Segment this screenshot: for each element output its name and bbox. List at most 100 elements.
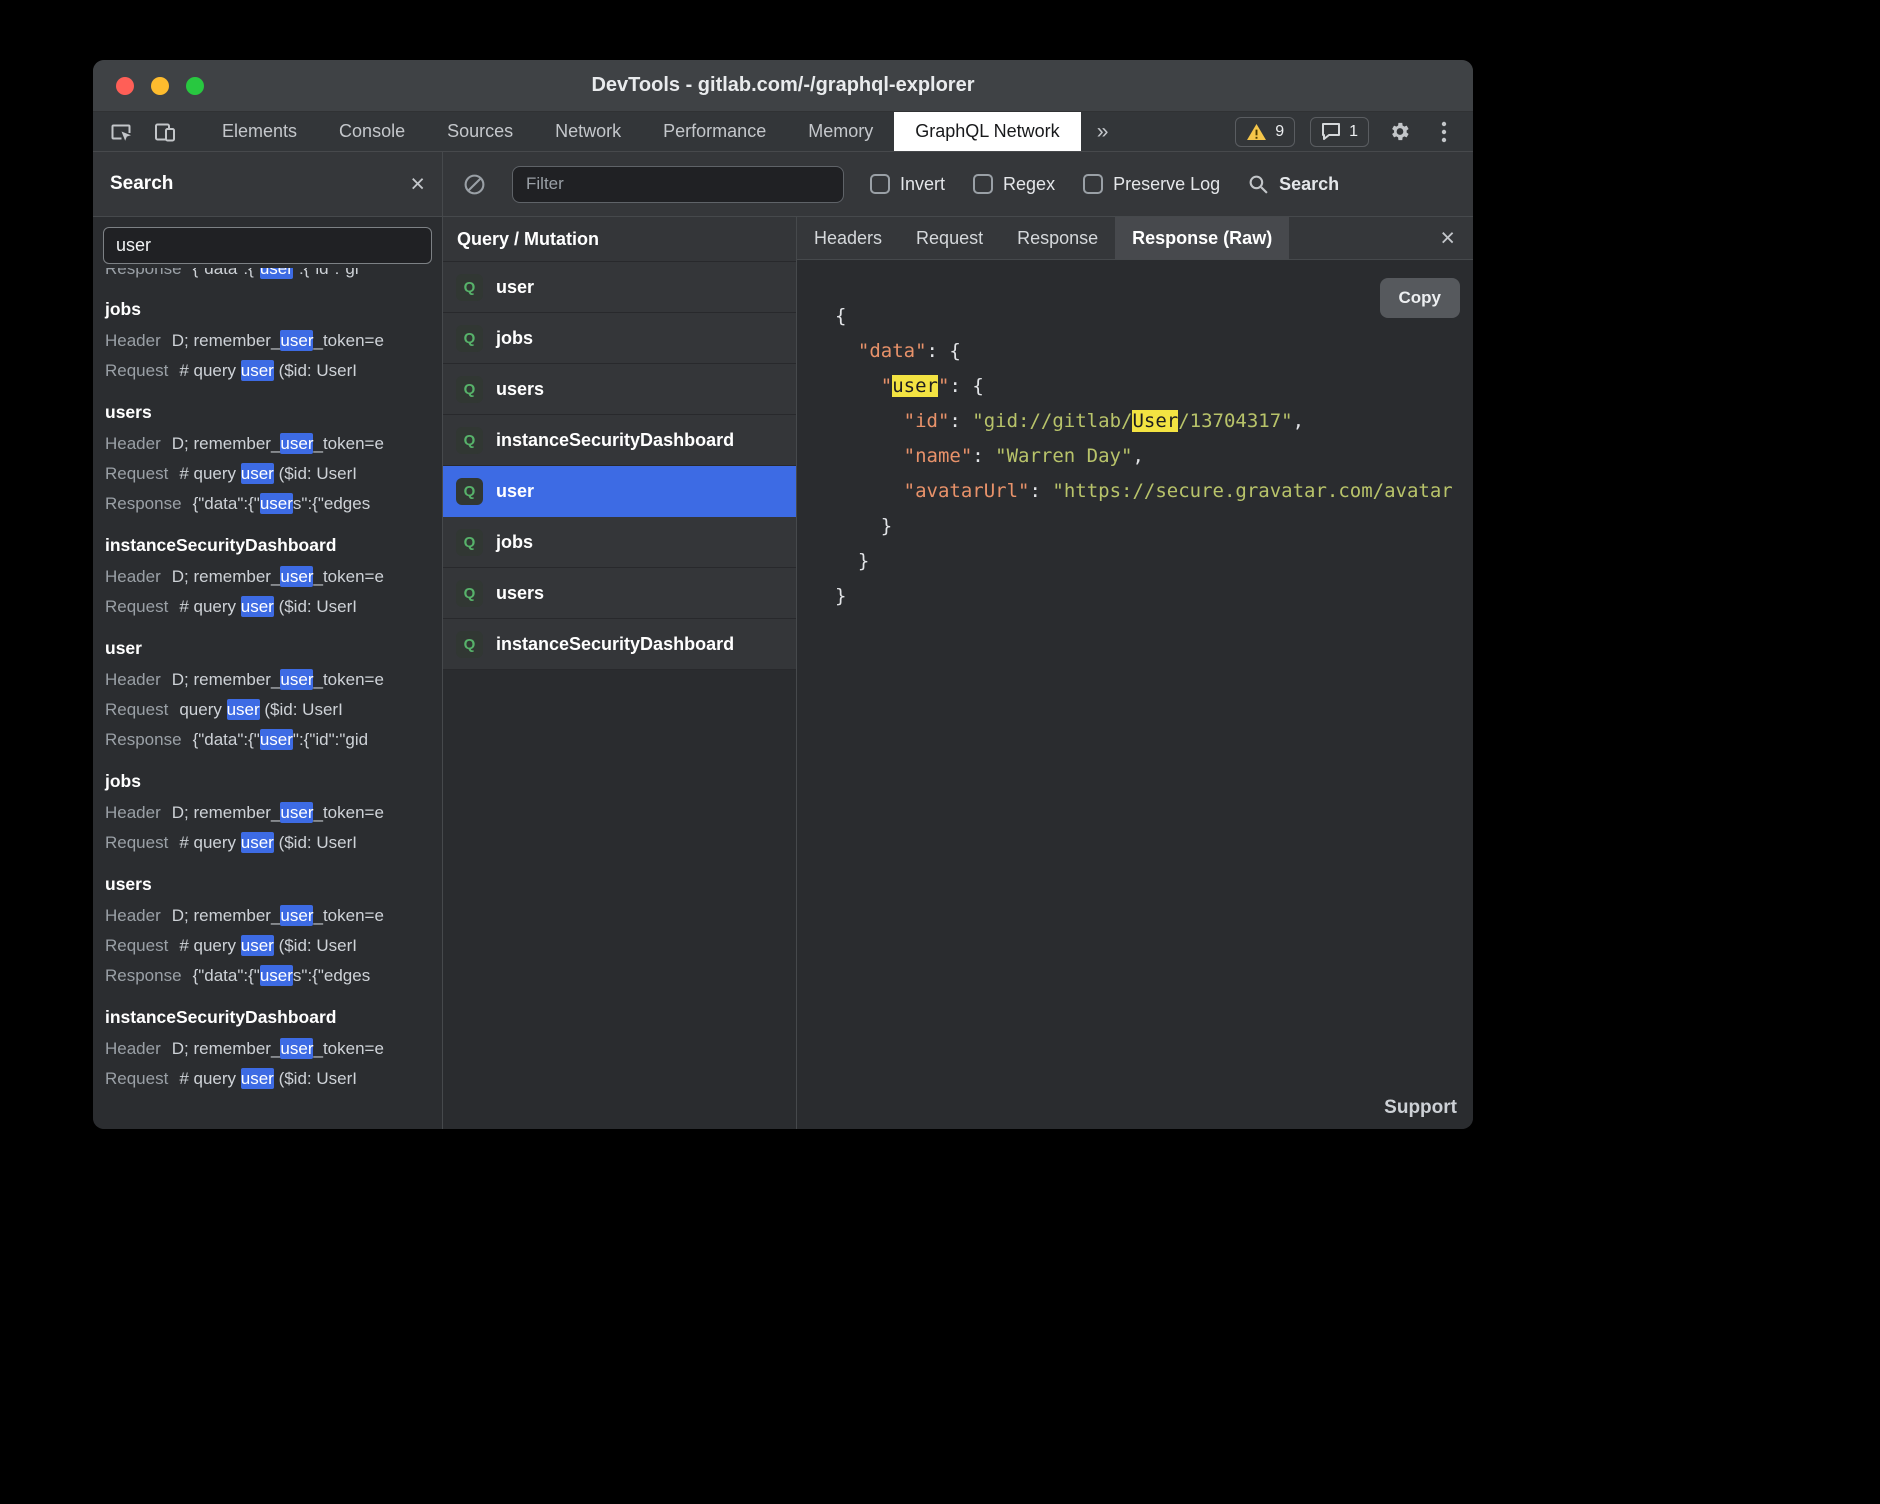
search-result-operation-name[interactable]: jobs [105, 297, 432, 321]
search-result-operation-name[interactable]: instanceSecurityDashboard [105, 1005, 432, 1029]
titlebar: DevTools - gitlab.com/-/graphql-explorer [93, 60, 1473, 112]
checkbox-preserve-log[interactable] [1083, 174, 1103, 194]
search-result-text: # query [179, 1069, 240, 1088]
search-result-row[interactable]: Request# query user ($id: UserI [105, 931, 432, 961]
search-result-row[interactable]: Request# query user ($id: UserI [105, 356, 432, 386]
checkbox-invert[interactable] [870, 174, 890, 194]
filter-option-invert[interactable]: Invert [870, 174, 945, 195]
clear-requests-icon[interactable] [463, 173, 486, 196]
filter-option-preserve-log[interactable]: Preserve Log [1083, 174, 1220, 195]
search-match-highlight: user [280, 1038, 313, 1059]
search-match-highlight: user [260, 268, 293, 279]
detail-tab-headers[interactable]: Headers [797, 217, 899, 259]
settings-gear-icon[interactable] [1384, 120, 1414, 143]
search-result-operation-name[interactable]: user [105, 636, 432, 660]
search-result-text: # query [179, 464, 240, 483]
search-result-row[interactable]: HeaderD; remember_user_token=e [105, 326, 432, 356]
detail-tab-response[interactable]: Response [1000, 217, 1115, 259]
devtools-tab-graphql-network[interactable]: GraphQL Network [894, 112, 1080, 151]
query-list-item[interactable]: QinstanceSecurityDashboard [443, 415, 796, 466]
search-input[interactable] [103, 227, 432, 264]
device-toolbar-icon[interactable] [143, 112, 187, 151]
devtools-tab-memory[interactable]: Memory [787, 112, 894, 151]
search-result-row[interactable]: HeaderD; remember_user_token=e [105, 1034, 432, 1064]
minimize-window-button[interactable] [151, 77, 169, 95]
json-token: , [1293, 410, 1304, 432]
query-list-item[interactable]: Qusers [443, 364, 796, 415]
devtools-tab-performance[interactable]: Performance [642, 112, 787, 151]
search-result-row[interactable]: HeaderD; remember_user_token=e [105, 562, 432, 592]
more-tabs-chevron-icon[interactable]: » [1081, 112, 1125, 151]
filter-option-regex[interactable]: Regex [973, 174, 1055, 195]
query-list-item[interactable]: Qjobs [443, 313, 796, 364]
query-type-badge: Q [456, 478, 483, 505]
filter-input[interactable] [512, 166, 844, 203]
json-line: { [835, 299, 1473, 334]
search-result-row[interactable]: Request# query user ($id: UserI [105, 592, 432, 622]
search-result-kind-label: Header [105, 906, 161, 925]
search-result-row-clipped[interactable]: Response{"data":{"user":{"id":"gi [105, 268, 432, 283]
devtools-tab-network[interactable]: Network [534, 112, 642, 151]
query-list-item[interactable]: Qusers [443, 568, 796, 619]
search-result-row[interactable]: Response{"data":{"users":{"edges [105, 961, 432, 991]
search-result-operation-name[interactable]: users [105, 400, 432, 424]
support-link[interactable]: Support [1384, 1097, 1457, 1119]
search-result-text: {"data":{" [193, 268, 260, 278]
close-search-panel-icon[interactable]: × [410, 172, 425, 197]
search-result-row[interactable]: Response{"data":{"users":{"edges [105, 489, 432, 519]
close-window-button[interactable] [116, 77, 134, 95]
search-result-text: _token=e [313, 803, 383, 822]
search-result-row[interactable]: HeaderD; remember_user_token=e [105, 901, 432, 931]
search-result-operation-name[interactable]: jobs [105, 769, 432, 793]
query-list-item[interactable]: Quser [443, 262, 796, 313]
checkbox-regex[interactable] [973, 174, 993, 194]
json-line: } [835, 509, 1473, 544]
search-result-kind-label: Response [105, 966, 182, 985]
search-result-row[interactable]: Response{"data":{"user":{"id":"gid [105, 725, 432, 755]
search-result-text: _token=e [313, 1039, 383, 1058]
query-list-header: Query / Mutation [443, 217, 796, 262]
search-result-row[interactable]: HeaderD; remember_user_token=e [105, 429, 432, 459]
json-token: "gid://gitlab/ [972, 410, 1132, 432]
search-result-operation-name[interactable]: users [105, 872, 432, 896]
warnings-badge[interactable]: 9 [1235, 117, 1295, 147]
search-result-text: D; remember_ [172, 434, 281, 453]
search-match-highlight: user [280, 566, 313, 587]
detail-tab-request[interactable]: Request [899, 217, 1000, 259]
checkbox-label: Invert [900, 174, 945, 195]
query-list-item[interactable]: QinstanceSecurityDashboard [443, 619, 796, 670]
query-list-item-label: user [496, 277, 534, 298]
devtools-tab-sources[interactable]: Sources [426, 112, 534, 151]
search-result-row[interactable]: Requestquery user ($id: UserI [105, 695, 432, 725]
inspect-element-icon[interactable] [99, 112, 143, 151]
search-panel-title: Search [110, 173, 173, 195]
query-list-item-label: jobs [496, 532, 533, 553]
search-result-row[interactable]: HeaderD; remember_user_token=e [105, 798, 432, 828]
search-result-text: ":{"id":"gid [293, 730, 368, 749]
devtools-tab-console[interactable]: Console [318, 112, 426, 151]
devtools-tab-elements[interactable]: Elements [201, 112, 318, 151]
search-result-row[interactable]: Request# query user ($id: UserI [105, 828, 432, 858]
search-match-highlight: user [280, 905, 313, 926]
query-list-item[interactable]: Qjobs [443, 517, 796, 568]
query-list-item[interactable]: Quser [443, 466, 796, 517]
search-result-row[interactable]: Request# query user ($id: UserI [105, 1064, 432, 1094]
search-match-highlight: user [280, 669, 313, 690]
search-result-kind-label: Request [105, 597, 168, 616]
json-line: "user": { [835, 369, 1473, 404]
zoom-window-button[interactable] [186, 77, 204, 95]
copy-button[interactable]: Copy [1380, 278, 1461, 318]
search-toggle[interactable]: Search [1248, 174, 1339, 195]
traffic-lights [116, 77, 204, 95]
detail-tab-list: HeadersRequestResponseResponse (Raw) [797, 217, 1289, 259]
messages-badge[interactable]: 1 [1310, 117, 1369, 147]
search-result-operation-name[interactable]: instanceSecurityDashboard [105, 533, 432, 557]
query-list-panel: Query / Mutation QuserQjobsQusersQinstan… [443, 217, 797, 1129]
search-result-row[interactable]: Request# query user ($id: UserI [105, 459, 432, 489]
close-detail-panel-icon[interactable]: × [1422, 217, 1473, 259]
detail-tab-response-raw[interactable]: Response (Raw) [1115, 217, 1289, 259]
search-result-group: users HeaderD; remember_user_token=eReque… [105, 872, 432, 991]
kebab-menu-icon[interactable] [1429, 120, 1459, 144]
search-match-highlight: user [280, 330, 313, 351]
search-result-row[interactable]: HeaderD; remember_user_token=e [105, 665, 432, 695]
